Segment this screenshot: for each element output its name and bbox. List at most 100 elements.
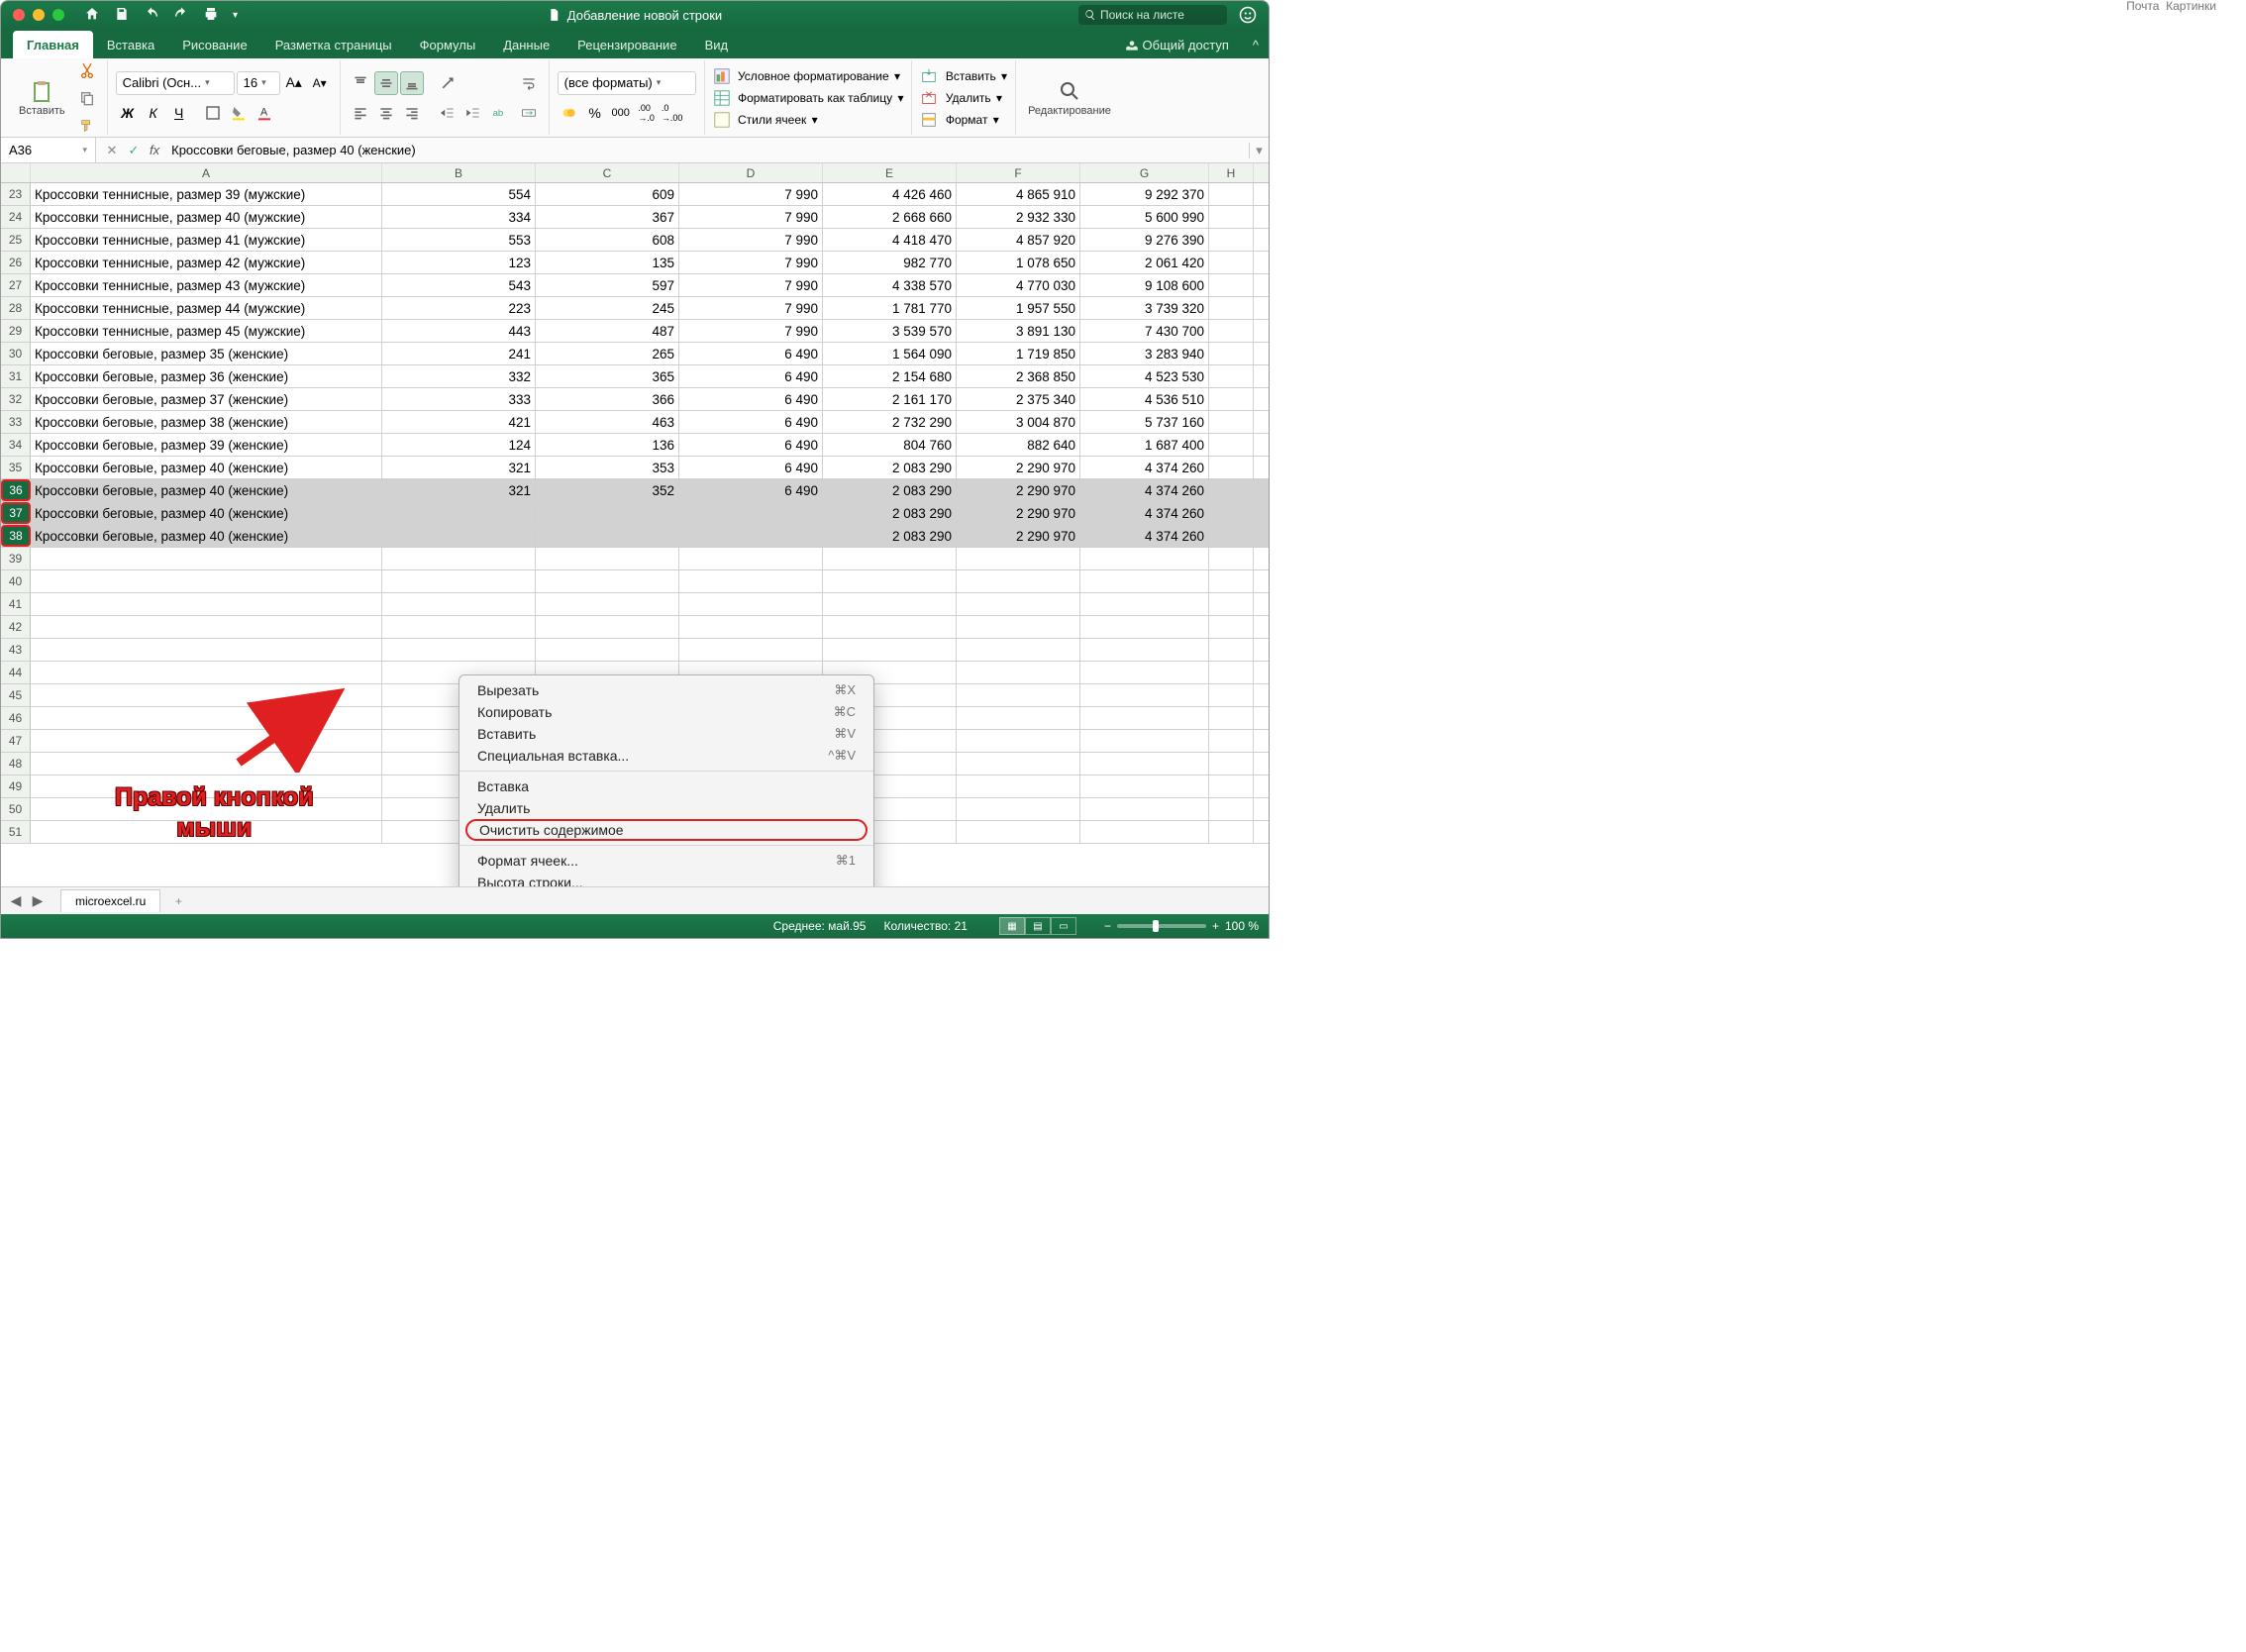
col-B[interactable]: B: [382, 163, 536, 182]
cell[interactable]: [1080, 684, 1209, 706]
cell[interactable]: 1 564 090: [823, 343, 957, 364]
row-header[interactable]: 26: [1, 252, 31, 273]
cell[interactable]: 4 536 510: [1080, 388, 1209, 410]
home-icon[interactable]: [84, 6, 100, 25]
table-row[interactable]: 34Кроссовки беговые, размер 39 (женские)…: [1, 434, 1269, 457]
table-row[interactable]: 39: [1, 548, 1269, 570]
cell[interactable]: Кроссовки теннисные, размер 42 (мужские): [31, 252, 382, 273]
cell[interactable]: [1080, 616, 1209, 638]
cell[interactable]: [536, 616, 679, 638]
cell[interactable]: 366: [536, 388, 679, 410]
row-header[interactable]: 36: [1, 479, 31, 501]
cell[interactable]: 3 891 130: [957, 320, 1080, 342]
cell[interactable]: 2 290 970: [957, 525, 1080, 547]
table-row[interactable]: 42: [1, 616, 1269, 639]
add-sheet[interactable]: +: [166, 894, 190, 908]
cell[interactable]: 4 426 460: [823, 183, 957, 205]
cell[interactable]: [823, 616, 957, 638]
format-painter-icon[interactable]: [75, 114, 99, 138]
search-input[interactable]: Поиск на листе: [1078, 5, 1227, 25]
delete-cells[interactable]: Удалить ▾: [920, 89, 1007, 107]
zoom-in[interactable]: +: [1212, 919, 1219, 933]
menu-item[interactable]: Формат ячеек...⌘1: [459, 850, 873, 872]
paste-button[interactable]: Вставить: [15, 77, 69, 119]
align-center-icon[interactable]: [374, 101, 398, 125]
cell[interactable]: [31, 548, 382, 569]
cell[interactable]: 6 490: [679, 388, 823, 410]
cell[interactable]: [679, 639, 823, 661]
cell[interactable]: [382, 548, 536, 569]
cell[interactable]: 365: [536, 365, 679, 387]
row-header[interactable]: 51: [1, 821, 31, 843]
cell[interactable]: 7 990: [679, 183, 823, 205]
font-color-icon[interactable]: A: [253, 101, 276, 125]
col-G[interactable]: G: [1080, 163, 1209, 182]
view-normal[interactable]: ▦: [999, 917, 1025, 935]
cell[interactable]: 3 283 940: [1080, 343, 1209, 364]
row-header[interactable]: 47: [1, 730, 31, 752]
row-header[interactable]: 29: [1, 320, 31, 342]
cell[interactable]: 7 990: [679, 274, 823, 296]
row-header[interactable]: 41: [1, 593, 31, 615]
cell[interactable]: [1080, 639, 1209, 661]
row-header[interactable]: 31: [1, 365, 31, 387]
table-row[interactable]: 31Кроссовки беговые, размер 36 (женские)…: [1, 365, 1269, 388]
cell[interactable]: [679, 548, 823, 569]
cell[interactable]: 4 374 260: [1080, 479, 1209, 501]
format-as-table[interactable]: Форматировать как таблицу ▾: [713, 89, 904, 107]
row-header[interactable]: 24: [1, 206, 31, 228]
cut-icon[interactable]: [75, 58, 99, 82]
cell[interactable]: 4 857 920: [957, 229, 1080, 251]
cell[interactable]: [957, 798, 1080, 820]
cell[interactable]: 136: [536, 434, 679, 456]
print-icon[interactable]: [203, 6, 219, 25]
col-C[interactable]: C: [536, 163, 679, 182]
maximize-window[interactable]: [52, 9, 64, 21]
percent-icon[interactable]: %: [583, 101, 607, 125]
cell[interactable]: [823, 639, 957, 661]
cell[interactable]: [957, 548, 1080, 569]
tab-next[interactable]: ▶: [27, 892, 49, 909]
cell[interactable]: 543: [382, 274, 536, 296]
align-top-icon[interactable]: [349, 71, 372, 95]
cell[interactable]: 608: [536, 229, 679, 251]
cell[interactable]: 1 957 550: [957, 297, 1080, 319]
cell[interactable]: 241: [382, 343, 536, 364]
cell[interactable]: 6 490: [679, 434, 823, 456]
cell[interactable]: Кроссовки беговые, размер 35 (женские): [31, 343, 382, 364]
zoom-slider[interactable]: [1117, 924, 1206, 928]
sheet-tab[interactable]: microexcel.ru: [60, 889, 160, 912]
table-row[interactable]: 29Кроссовки теннисные, размер 45 (мужски…: [1, 320, 1269, 343]
cell[interactable]: 2 083 290: [823, 479, 957, 501]
cell[interactable]: Кроссовки беговые, размер 37 (женские): [31, 388, 382, 410]
cell[interactable]: [679, 525, 823, 547]
cell[interactable]: [1080, 593, 1209, 615]
cell[interactable]: 321: [382, 457, 536, 478]
feedback-icon[interactable]: [1239, 6, 1257, 24]
row-header[interactable]: 43: [1, 639, 31, 661]
cell[interactable]: 2 161 170: [823, 388, 957, 410]
align-left-icon[interactable]: [349, 101, 372, 125]
wrap-text-icon[interactable]: [517, 71, 541, 95]
cell[interactable]: [382, 525, 536, 547]
cell[interactable]: [1080, 753, 1209, 774]
expand-formula[interactable]: ▾: [1249, 143, 1269, 158]
cell[interactable]: [536, 548, 679, 569]
fill-color-icon[interactable]: [227, 101, 251, 125]
tab-prev[interactable]: ◀: [5, 892, 27, 909]
cell[interactable]: 332: [382, 365, 536, 387]
row-header[interactable]: 38: [1, 525, 31, 547]
undo-icon[interactable]: [144, 6, 159, 25]
orientation-rotate-icon[interactable]: ab: [487, 101, 511, 125]
cell[interactable]: [31, 662, 382, 683]
tab-review[interactable]: Рецензирование: [563, 31, 690, 58]
cell[interactable]: 4 770 030: [957, 274, 1080, 296]
cell[interactable]: 2 668 660: [823, 206, 957, 228]
cell[interactable]: 123: [382, 252, 536, 273]
qat-more[interactable]: ▾: [233, 10, 238, 21]
cell[interactable]: 9 292 370: [1080, 183, 1209, 205]
cell[interactable]: 1 781 770: [823, 297, 957, 319]
tab-layout[interactable]: Разметка страницы: [261, 31, 406, 58]
number-format[interactable]: (все форматы): [558, 71, 696, 95]
grow-font-icon[interactable]: A▴: [282, 71, 306, 95]
